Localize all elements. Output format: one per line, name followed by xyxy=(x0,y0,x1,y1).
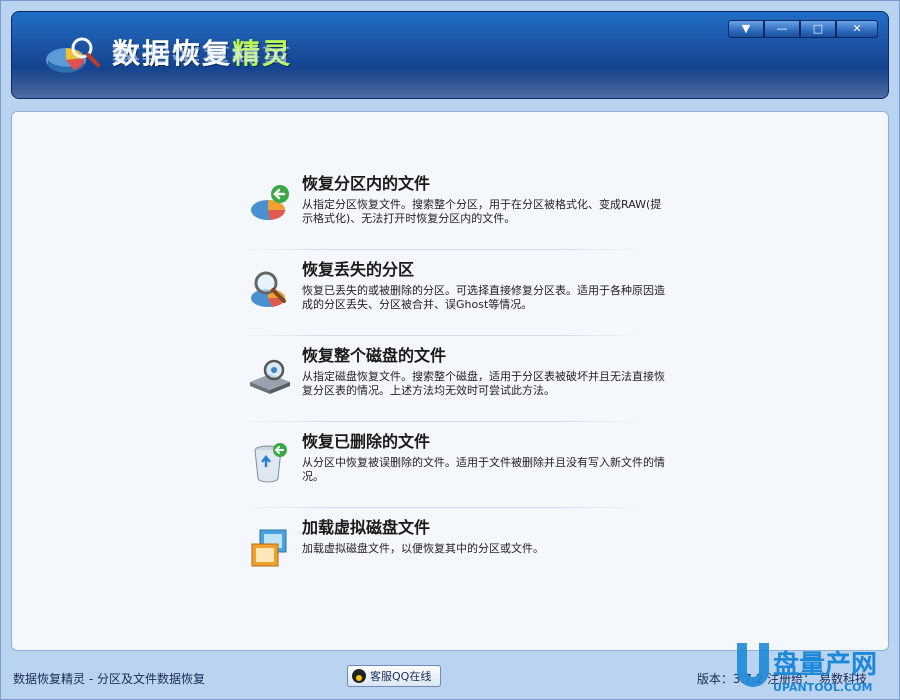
option-title: 恢复分区内的文件 xyxy=(302,174,431,193)
option-description: 从分区中恢复被误删除的文件。适用于文件被删除并且没有写入新文件的情况。 xyxy=(302,456,665,483)
app-logo-icon xyxy=(46,37,100,73)
option-recover-partition-files[interactable]: 恢复分区内的文件 从指定分区恢复文件。搜索整个分区，用于在分区被格式化、变成RA… xyxy=(242,164,661,250)
partition-recover-icon xyxy=(251,185,289,220)
option-description: 从指定分区恢复文件。搜索整个分区，用于在分区被格式化、变成RAW(提示格式化)、… xyxy=(302,198,662,225)
svg-text:UPANTOOL.COM: UPANTOOL.COM xyxy=(773,681,872,694)
main-panel: 恢复分区内的文件 从指定分区恢复文件。搜索整个分区，用于在分区被格式化、变成RA… xyxy=(11,111,889,651)
status-app-description: 数据恢复精灵 - 分区及文件数据恢复 xyxy=(13,672,205,686)
qq-support-label: 客服QQ在线 xyxy=(370,670,432,683)
menu-button[interactable]: ▼ xyxy=(728,20,764,38)
window-controls: ▼ — □ ✕ xyxy=(728,20,878,38)
site-watermark: 盘量产网 UPANTOOL.COM xyxy=(737,643,877,694)
option-title: 恢复整个磁盘的文件 xyxy=(302,346,447,365)
app-window: 数据恢复精灵 数据恢复精灵 ▼ — □ ✕ 恢复分区内的文件 从指定分区恢复文件… xyxy=(0,0,900,700)
option-title: 加载虚拟磁盘文件 xyxy=(302,518,431,537)
option-description: 恢复已丢失的或被删除的分区。可选择直接修复分区表。适用于各种原因造成的分区丢失、… xyxy=(302,284,665,311)
option-recover-lost-partition[interactable]: 恢复丢失的分区 恢复已丢失的或被删除的分区。可选择直接修复分区表。适用于各种原因… xyxy=(242,250,665,336)
qq-icon xyxy=(352,669,366,683)
option-recover-disk-files[interactable]: 恢复整个磁盘的文件 从指定磁盘恢复文件。搜索整个磁盘，适用于分区表被破坏并且无法… xyxy=(242,336,665,422)
svg-text:盘量产网: 盘量产网 xyxy=(773,649,877,680)
option-title: 恢复已删除的文件 xyxy=(302,432,431,451)
lost-partition-icon xyxy=(251,271,286,307)
close-button[interactable]: ✕ xyxy=(836,20,878,38)
title-banner: 数据恢复精灵 数据恢复精灵 ▼ — □ ✕ xyxy=(11,11,889,99)
virtual-disk-icon xyxy=(251,529,287,567)
option-description: 从指定磁盘恢复文件。搜索整个磁盘，适用于分区表被破坏并且无法直接恢复分区表的情况… xyxy=(302,370,665,397)
option-description: 加载虚拟磁盘文件，以便恢复其中的分区或文件。 xyxy=(302,542,544,555)
recycle-bin-icon xyxy=(254,443,287,483)
option-load-virtual-disk[interactable]: 加载虚拟磁盘文件 加载虚拟磁盘文件，以便恢复其中的分区或文件。 xyxy=(242,508,642,594)
maximize-button[interactable]: □ xyxy=(800,20,836,38)
option-list: 恢复分区内的文件 从指定分区恢复文件。搜索整个分区，用于在分区被格式化、变成RA… xyxy=(242,164,665,594)
disk-recover-icon xyxy=(250,359,290,394)
option-recover-deleted-files[interactable]: 恢复已删除的文件 从分区中恢复被误删除的文件。适用于文件被删除并且没有写入新文件… xyxy=(242,422,665,508)
app-title-reflection: 数据恢复精灵 xyxy=(112,44,293,64)
minimize-button[interactable]: — xyxy=(764,20,800,38)
option-title: 恢复丢失的分区 xyxy=(302,260,415,279)
qq-support-button[interactable]: 客服QQ在线 xyxy=(347,665,441,687)
